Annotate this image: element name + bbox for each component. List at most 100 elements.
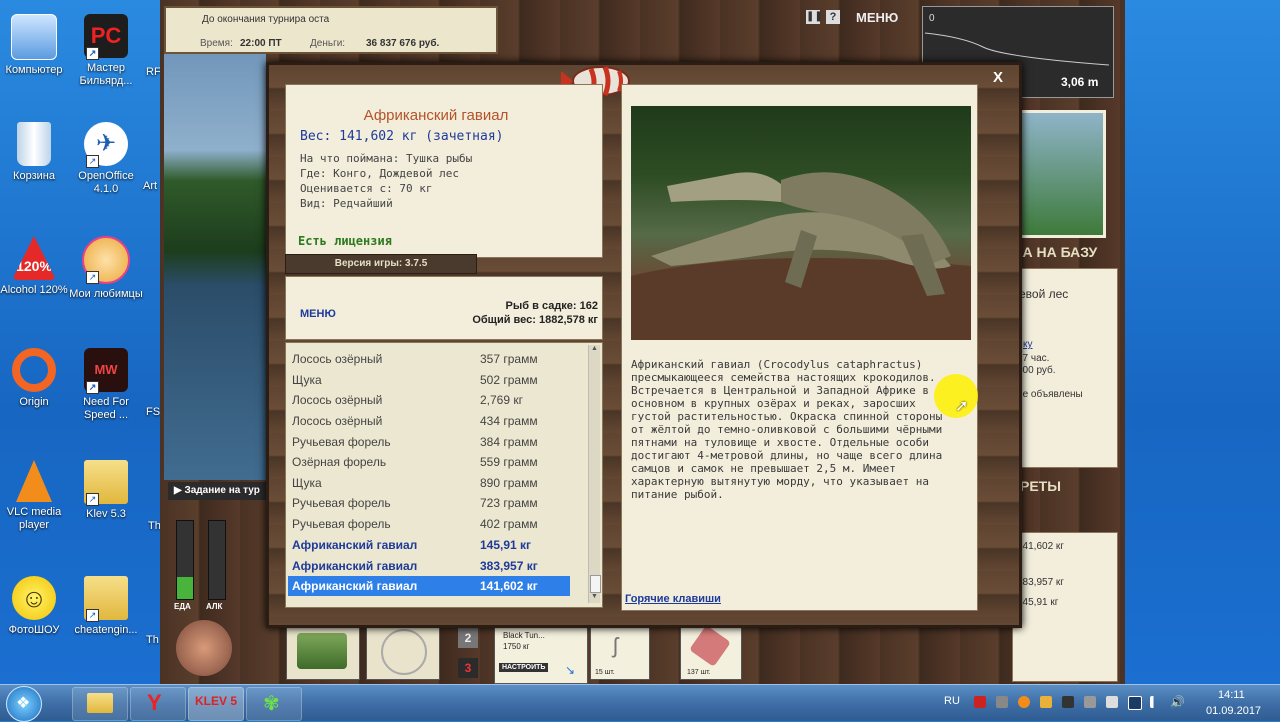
pause-icon[interactable]: ❚❚ — [806, 10, 823, 24]
shortcut-arrow-icon: ↗ — [86, 155, 99, 168]
catch-row[interactable]: Ручьевая форель 384 грамм — [288, 432, 570, 452]
catch-row-weight: 383,957 кг — [480, 559, 538, 573]
tray-app-icon[interactable] — [1084, 696, 1096, 708]
catch-row[interactable]: Лосось озёрный 434 грамм — [288, 411, 570, 431]
tray-app-icon[interactable] — [996, 696, 1008, 708]
slot-3-button[interactable]: 3 — [458, 658, 478, 678]
slot-2-button[interactable]: 2 — [458, 628, 478, 648]
scroll-up-icon[interactable]: ▲ — [589, 345, 600, 356]
alc-label: АЛК — [206, 602, 223, 611]
net-slot[interactable] — [366, 624, 440, 680]
hook-slot[interactable]: ʃ 15 шт. — [590, 624, 650, 680]
fish-cage-slot[interactable] — [286, 624, 360, 680]
catch-row-weight: 890 грамм — [480, 476, 538, 490]
start-button[interactable]: ❖ — [6, 686, 42, 722]
map-thumbnail[interactable] — [1016, 110, 1106, 238]
taskbar-explorer-button[interactable] — [72, 687, 128, 721]
catch-row-name: Щука — [292, 476, 322, 490]
taskbar-app-button[interactable]: ✾ — [246, 687, 302, 721]
net-icon — [381, 629, 427, 675]
catch-row-highlight[interactable]: Африканский гавиал 383,957 кг — [288, 556, 570, 576]
close-icon[interactable]: X — [993, 69, 1003, 86]
taskbar-klev-button[interactable]: KLEV 5 — [188, 687, 244, 721]
desktop-icon-openoffice[interactable]: ✈ ↗ OpenOffice 4.1.0 — [68, 122, 144, 196]
catch-row-weight: 502 грамм — [480, 373, 538, 387]
menu-top-button[interactable]: МЕНЮ — [856, 10, 898, 25]
bait-slot[interactable]: 137 шт. — [680, 624, 742, 680]
catch-list[interactable]: Лосось озёрный 357 грамм Щука 502 грамм Ло… — [285, 342, 603, 608]
shortcut-arrow-icon: ↗ — [86, 493, 99, 506]
play-icon: ▶ — [174, 485, 182, 496]
tray-display-icon[interactable] — [1106, 696, 1118, 708]
tournament-text: До окончания турнира оста — [202, 14, 330, 25]
catch-row-name: Щука — [292, 373, 322, 387]
desktop-icon-cheatengine[interactable]: ↗ cheatengin... — [68, 576, 144, 637]
language-indicator[interactable]: RU — [944, 695, 960, 707]
record-value: 383,957 кг — [1017, 577, 1064, 588]
clock-time[interactable]: 14:11 — [1218, 689, 1245, 701]
time-label: Время: — [200, 38, 233, 49]
bait-bowl-icon[interactable] — [176, 620, 232, 676]
menu-button[interactable]: МЕНЮ — [300, 308, 336, 320]
folder-icon: ↗ — [84, 576, 128, 622]
desktop-icon-billiard[interactable]: PC ↗ Мастер Бильярд... — [68, 14, 144, 88]
desktop-icon-recycle-bin[interactable]: Корзина — [0, 122, 72, 183]
tournament-panel: До окончания турнира оста Время: 22:00 П… — [164, 6, 498, 54]
catch-row-name: Лосось озёрный — [292, 352, 383, 366]
yandex-icon: Y — [147, 690, 162, 715]
scroll-thumb[interactable] — [590, 575, 601, 593]
help-icon[interactable]: ? — [826, 10, 840, 24]
to-base-header[interactable]: КА НА БАЗУ — [1014, 244, 1097, 260]
taskbar-browser-button[interactable]: Y — [130, 687, 186, 721]
hotkeys-link[interactable]: Горячие клавиши — [625, 593, 721, 605]
network-icon[interactable] — [1150, 696, 1162, 708]
fish-info-card: Африканский гавиал Вес: 141,602 кг (заче… — [285, 84, 603, 258]
catch-row[interactable]: Ручьевая форель 723 грамм — [288, 493, 570, 513]
desktop-icon-fotoshow[interactable]: ☺ ФотоШОУ — [0, 576, 72, 637]
desktop-icon-label: Мои любимцы — [69, 288, 143, 300]
desktop-icon-nfs[interactable]: MW ↗ Need For Speed ... — [68, 348, 144, 422]
tray-app-icon[interactable] — [1062, 696, 1074, 708]
desktop-icon-label: Корзина — [13, 170, 55, 182]
catch-row[interactable]: Щука 890 грамм — [288, 473, 570, 493]
desktop-icon-vlc[interactable]: VLC media player — [0, 460, 72, 532]
catch-row-name: Ручьевая форель — [292, 517, 391, 531]
catch-row-selected[interactable]: Африканский гавиал 141,602 кг — [288, 576, 570, 596]
desktop-icon-label: Klev 5.3 — [86, 508, 126, 520]
desktop-icon-klev[interactable]: ↗ Klev 5.3 — [68, 460, 144, 521]
bait-weight: 1750 кг — [503, 642, 530, 651]
openoffice-icon: ✈ ↗ — [84, 122, 128, 168]
catch-row[interactable]: Ручьевая форель 402 грамм — [288, 514, 570, 534]
desktop-icon-label: Alcohol 120% — [0, 284, 68, 296]
catch-list-scrollbar[interactable]: ▲ ▼ — [588, 345, 601, 604]
location-link[interactable]: ку — [1023, 339, 1033, 350]
scroll-down-icon[interactable]: ▼ — [589, 593, 600, 604]
food-bar — [176, 520, 194, 600]
desktop-icon-pets[interactable]: ↗ Мои любимцы — [68, 236, 144, 301]
desktop-icon-alcohol[interactable]: 120% Alcohol 120% — [0, 236, 72, 297]
volume-icon[interactable]: 🔊 — [1170, 696, 1185, 708]
shortcut-arrow-icon: ↗ — [86, 47, 99, 60]
alc-bar — [208, 520, 226, 600]
tray-app-icon[interactable] — [1040, 696, 1052, 708]
desktop-icon-origin[interactable]: Origin — [0, 348, 72, 409]
catch-row[interactable]: Лосось озёрный 357 грамм — [288, 349, 570, 369]
catch-row-name: Ручьевая форель — [292, 496, 391, 510]
catch-row[interactable]: Лосось озёрный 2,769 кг — [288, 390, 570, 410]
depth-value: 3,06 m — [1061, 75, 1099, 89]
record-value: 145,91 кг — [1017, 597, 1059, 608]
catch-row[interactable]: Озёрная форель 559 грамм — [288, 452, 570, 472]
tray-monitor-icon[interactable] — [1128, 696, 1142, 710]
bait-panel: Black Tun... 1750 кг НАСТРОИТЬ ↘ — [494, 624, 588, 684]
task-strip[interactable]: ▶ Задание на тур — [168, 482, 268, 500]
tray-flag-icon[interactable] — [974, 696, 986, 708]
tray-origin-icon[interactable] — [1018, 696, 1030, 708]
alcohol-icon: 120% — [12, 236, 56, 280]
desktop-icon-computer[interactable]: Компьютер — [0, 14, 72, 77]
bait-name: Black Tun... — [503, 631, 545, 640]
setup-button[interactable]: НАСТРОИТЬ — [499, 663, 549, 672]
catch-row[interactable]: Щука 502 грамм — [288, 370, 570, 390]
desktop-partial-label: Th — [146, 634, 159, 646]
catch-row-highlight[interactable]: Африканский гавиал 145,91 кг — [288, 535, 570, 555]
clock-date[interactable]: 01.09.2017 — [1206, 705, 1261, 717]
